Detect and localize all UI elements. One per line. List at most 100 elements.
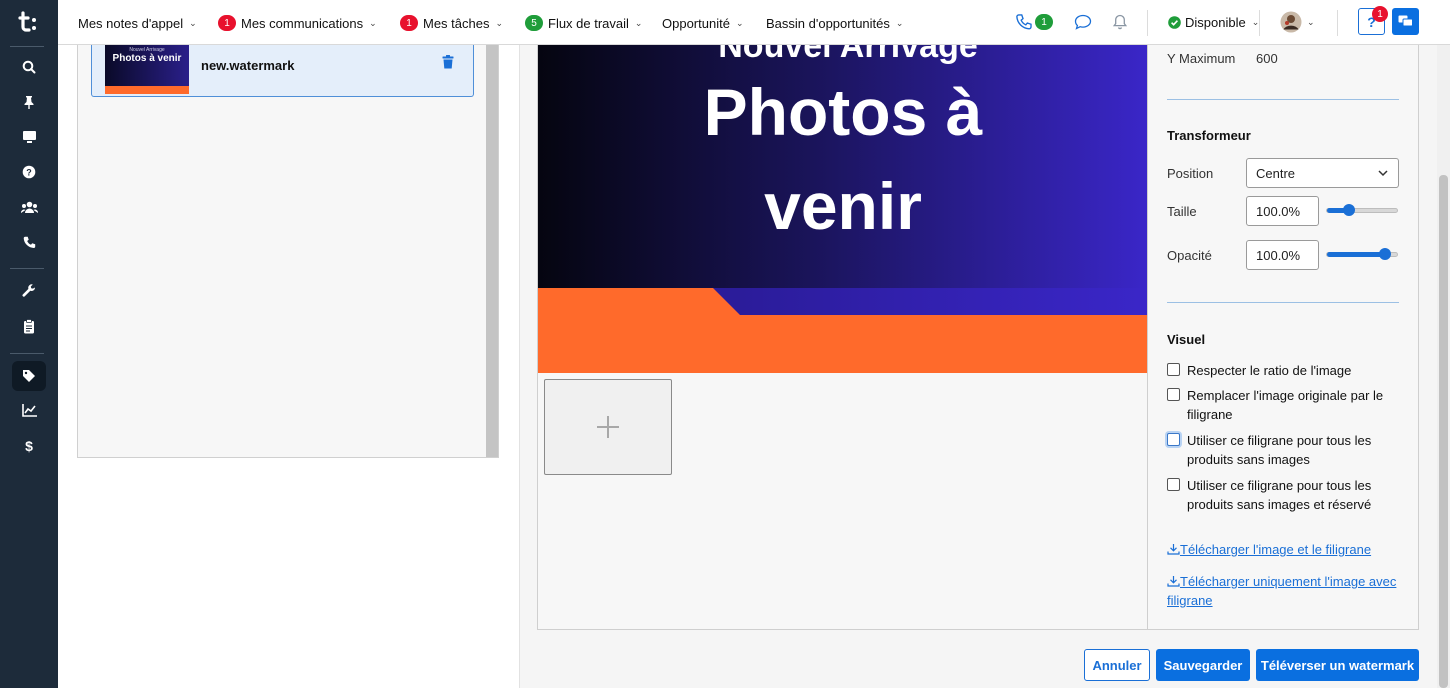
page-scrollbar[interactable] bbox=[1437, 45, 1450, 688]
menu-communications[interactable]: 1 Mes communications ⌄ bbox=[218, 14, 377, 32]
menu-tasks[interactable]: 1 Mes tâches ⌄ bbox=[400, 14, 503, 32]
position-select[interactable]: Centre bbox=[1246, 158, 1399, 188]
size-value: 100.0% bbox=[1256, 204, 1301, 219]
phone-icon[interactable] bbox=[17, 231, 41, 253]
checkbox[interactable] bbox=[1167, 478, 1180, 491]
trash-icon[interactable] bbox=[442, 55, 454, 69]
opacity-input[interactable]: 100.0% bbox=[1246, 240, 1319, 270]
watermark-list-panel: Nouvel Arrivage Photos à venir new.water… bbox=[77, 45, 499, 458]
y-max-value: 600 bbox=[1256, 51, 1278, 66]
tag-icon[interactable] bbox=[12, 361, 46, 391]
chat-button[interactable] bbox=[1074, 12, 1092, 32]
download-image-and-watermark-link[interactable]: Télécharger l'image et le filigrane bbox=[1167, 540, 1399, 559]
checkbox-label: Utiliser ce filigrane pour tous les prod… bbox=[1187, 433, 1372, 467]
checkbox[interactable] bbox=[1167, 388, 1180, 401]
checkbox[interactable] bbox=[1167, 363, 1180, 376]
status-label: Disponible bbox=[1185, 14, 1246, 30]
users-icon[interactable] bbox=[17, 196, 41, 218]
cancel-button[interactable]: Annuler bbox=[1084, 649, 1150, 681]
phone-calls-button[interactable]: 1 bbox=[1016, 12, 1058, 32]
clipboard-icon[interactable] bbox=[17, 315, 41, 337]
dollar-icon[interactable]: $ bbox=[17, 435, 41, 457]
checkbox[interactable] bbox=[1167, 433, 1180, 446]
help-icon[interactable]: ? bbox=[17, 161, 41, 183]
menu-opportunity[interactable]: Opportunité ⌄ bbox=[662, 14, 743, 32]
menu-workflow[interactable]: 5 Flux de travail ⌄ bbox=[525, 14, 642, 32]
avatar bbox=[1280, 11, 1302, 33]
upload-watermark-button[interactable]: Téléverser un watermark bbox=[1256, 649, 1419, 681]
opacity-value: 100.0% bbox=[1256, 248, 1301, 263]
checkbox-products-without-images-reserved[interactable]: Utiliser ce filigrane pour tous les prod… bbox=[1167, 476, 1399, 514]
topbar-separator bbox=[1337, 10, 1338, 36]
wrench-icon[interactable] bbox=[17, 280, 41, 302]
list-scrollbar[interactable] bbox=[486, 45, 498, 457]
chevron-down-icon: ⌄ bbox=[634, 17, 643, 28]
menu-label: Mes tâches bbox=[423, 15, 490, 31]
chart-icon[interactable] bbox=[17, 399, 41, 421]
settings-separator bbox=[1167, 99, 1399, 100]
monitor-icon[interactable] bbox=[17, 126, 41, 148]
opacity-label: Opacité bbox=[1167, 248, 1212, 263]
messages-button[interactable] bbox=[1392, 8, 1419, 35]
phone-icon bbox=[1016, 14, 1032, 30]
svg-text:?: ? bbox=[26, 168, 32, 178]
list-item[interactable]: Nouvel Arrivage Photos à venir new.water… bbox=[91, 45, 474, 97]
chevron-down-icon: ⌄ bbox=[189, 17, 197, 28]
size-slider[interactable] bbox=[1326, 204, 1398, 216]
messages-icon bbox=[1398, 15, 1413, 27]
chevron-down-icon: ⌄ bbox=[735, 17, 744, 28]
add-image-button[interactable] bbox=[544, 379, 672, 475]
app-logo[interactable] bbox=[17, 10, 41, 34]
opacity-slider-handle[interactable] bbox=[1379, 248, 1391, 260]
watermark-name: new.watermark bbox=[201, 58, 295, 73]
opacity-slider-fill bbox=[1327, 252, 1385, 257]
checkbox-label: Respecter le ratio de l'image bbox=[1187, 363, 1352, 378]
position-label: Position bbox=[1167, 166, 1214, 181]
size-slider-handle[interactable] bbox=[1343, 204, 1355, 216]
y-max-label: Y Maximum bbox=[1167, 51, 1236, 66]
preview-line-2: venir bbox=[764, 169, 922, 243]
page-scrollbar-thumb[interactable] bbox=[1439, 175, 1448, 688]
checkbox-replace-original[interactable]: Remplacer l'image originale par le filig… bbox=[1167, 386, 1399, 424]
menu-label: Opportunité bbox=[662, 15, 730, 31]
pin-icon[interactable] bbox=[17, 91, 41, 113]
menu-call-notes[interactable]: Mes notes d'appel ⌄ bbox=[78, 14, 197, 32]
status-dropdown[interactable]: Disponible ⌄ bbox=[1168, 12, 1259, 32]
watermark-thumbnail: Nouvel Arrivage Photos à venir bbox=[105, 45, 189, 94]
preview-line-1: Photos à bbox=[703, 75, 983, 149]
checkbox-products-without-images[interactable]: Utiliser ce filigrane pour tous les prod… bbox=[1167, 431, 1399, 469]
checkbox-label: Remplacer l'image originale par le filig… bbox=[1187, 388, 1384, 422]
watermark-preview[interactable]: Nouvel Arrivage Photos à venir bbox=[538, 45, 1147, 373]
notification-badge: 1 bbox=[400, 15, 418, 31]
preview-cut-text: Nouvel Arrivage bbox=[718, 45, 978, 65]
menu-label: Mes communications bbox=[241, 15, 364, 31]
search-icon[interactable] bbox=[17, 56, 41, 78]
checkbox-keep-ratio[interactable]: Respecter le ratio de l'image bbox=[1167, 361, 1399, 380]
sidebar-separator bbox=[10, 353, 44, 354]
sidebar-separator bbox=[10, 46, 44, 47]
preview-band-notch bbox=[740, 288, 1147, 315]
download-both-label: Télécharger l'image et le filigrane bbox=[1180, 542, 1372, 557]
settings-separator bbox=[1167, 302, 1399, 303]
preview-title: Photos à venir bbox=[638, 65, 1048, 253]
chevron-down-icon: ⌄ bbox=[895, 17, 904, 28]
notification-badge: 1 bbox=[218, 15, 236, 31]
menu-opportunity-pool[interactable]: Bassin d'opportunités ⌄ bbox=[766, 14, 903, 32]
user-menu[interactable]: ⌄ bbox=[1280, 11, 1315, 33]
notifications-button[interactable] bbox=[1113, 12, 1127, 32]
size-label: Taille bbox=[1167, 204, 1197, 219]
size-input[interactable]: 100.0% bbox=[1246, 196, 1319, 226]
settings-divider bbox=[1147, 45, 1148, 629]
topbar-separator bbox=[1259, 10, 1260, 36]
download-watermarked-image-link[interactable]: Télécharger uniquement l'image avec fili… bbox=[1167, 572, 1407, 610]
sidebar-separator bbox=[10, 268, 44, 269]
download-watermarked-label: Télécharger uniquement l'image avec fili… bbox=[1167, 574, 1397, 608]
chevron-down-icon: ⌄ bbox=[369, 17, 377, 28]
menu-label: Flux de travail bbox=[548, 15, 629, 31]
save-button[interactable]: Sauvegarder bbox=[1156, 649, 1250, 681]
download-icon bbox=[1167, 544, 1180, 555]
download-icon bbox=[1167, 576, 1180, 587]
topbar-separator bbox=[1147, 10, 1148, 36]
notification-badge: 5 bbox=[525, 15, 543, 31]
opacity-slider[interactable] bbox=[1326, 248, 1398, 260]
